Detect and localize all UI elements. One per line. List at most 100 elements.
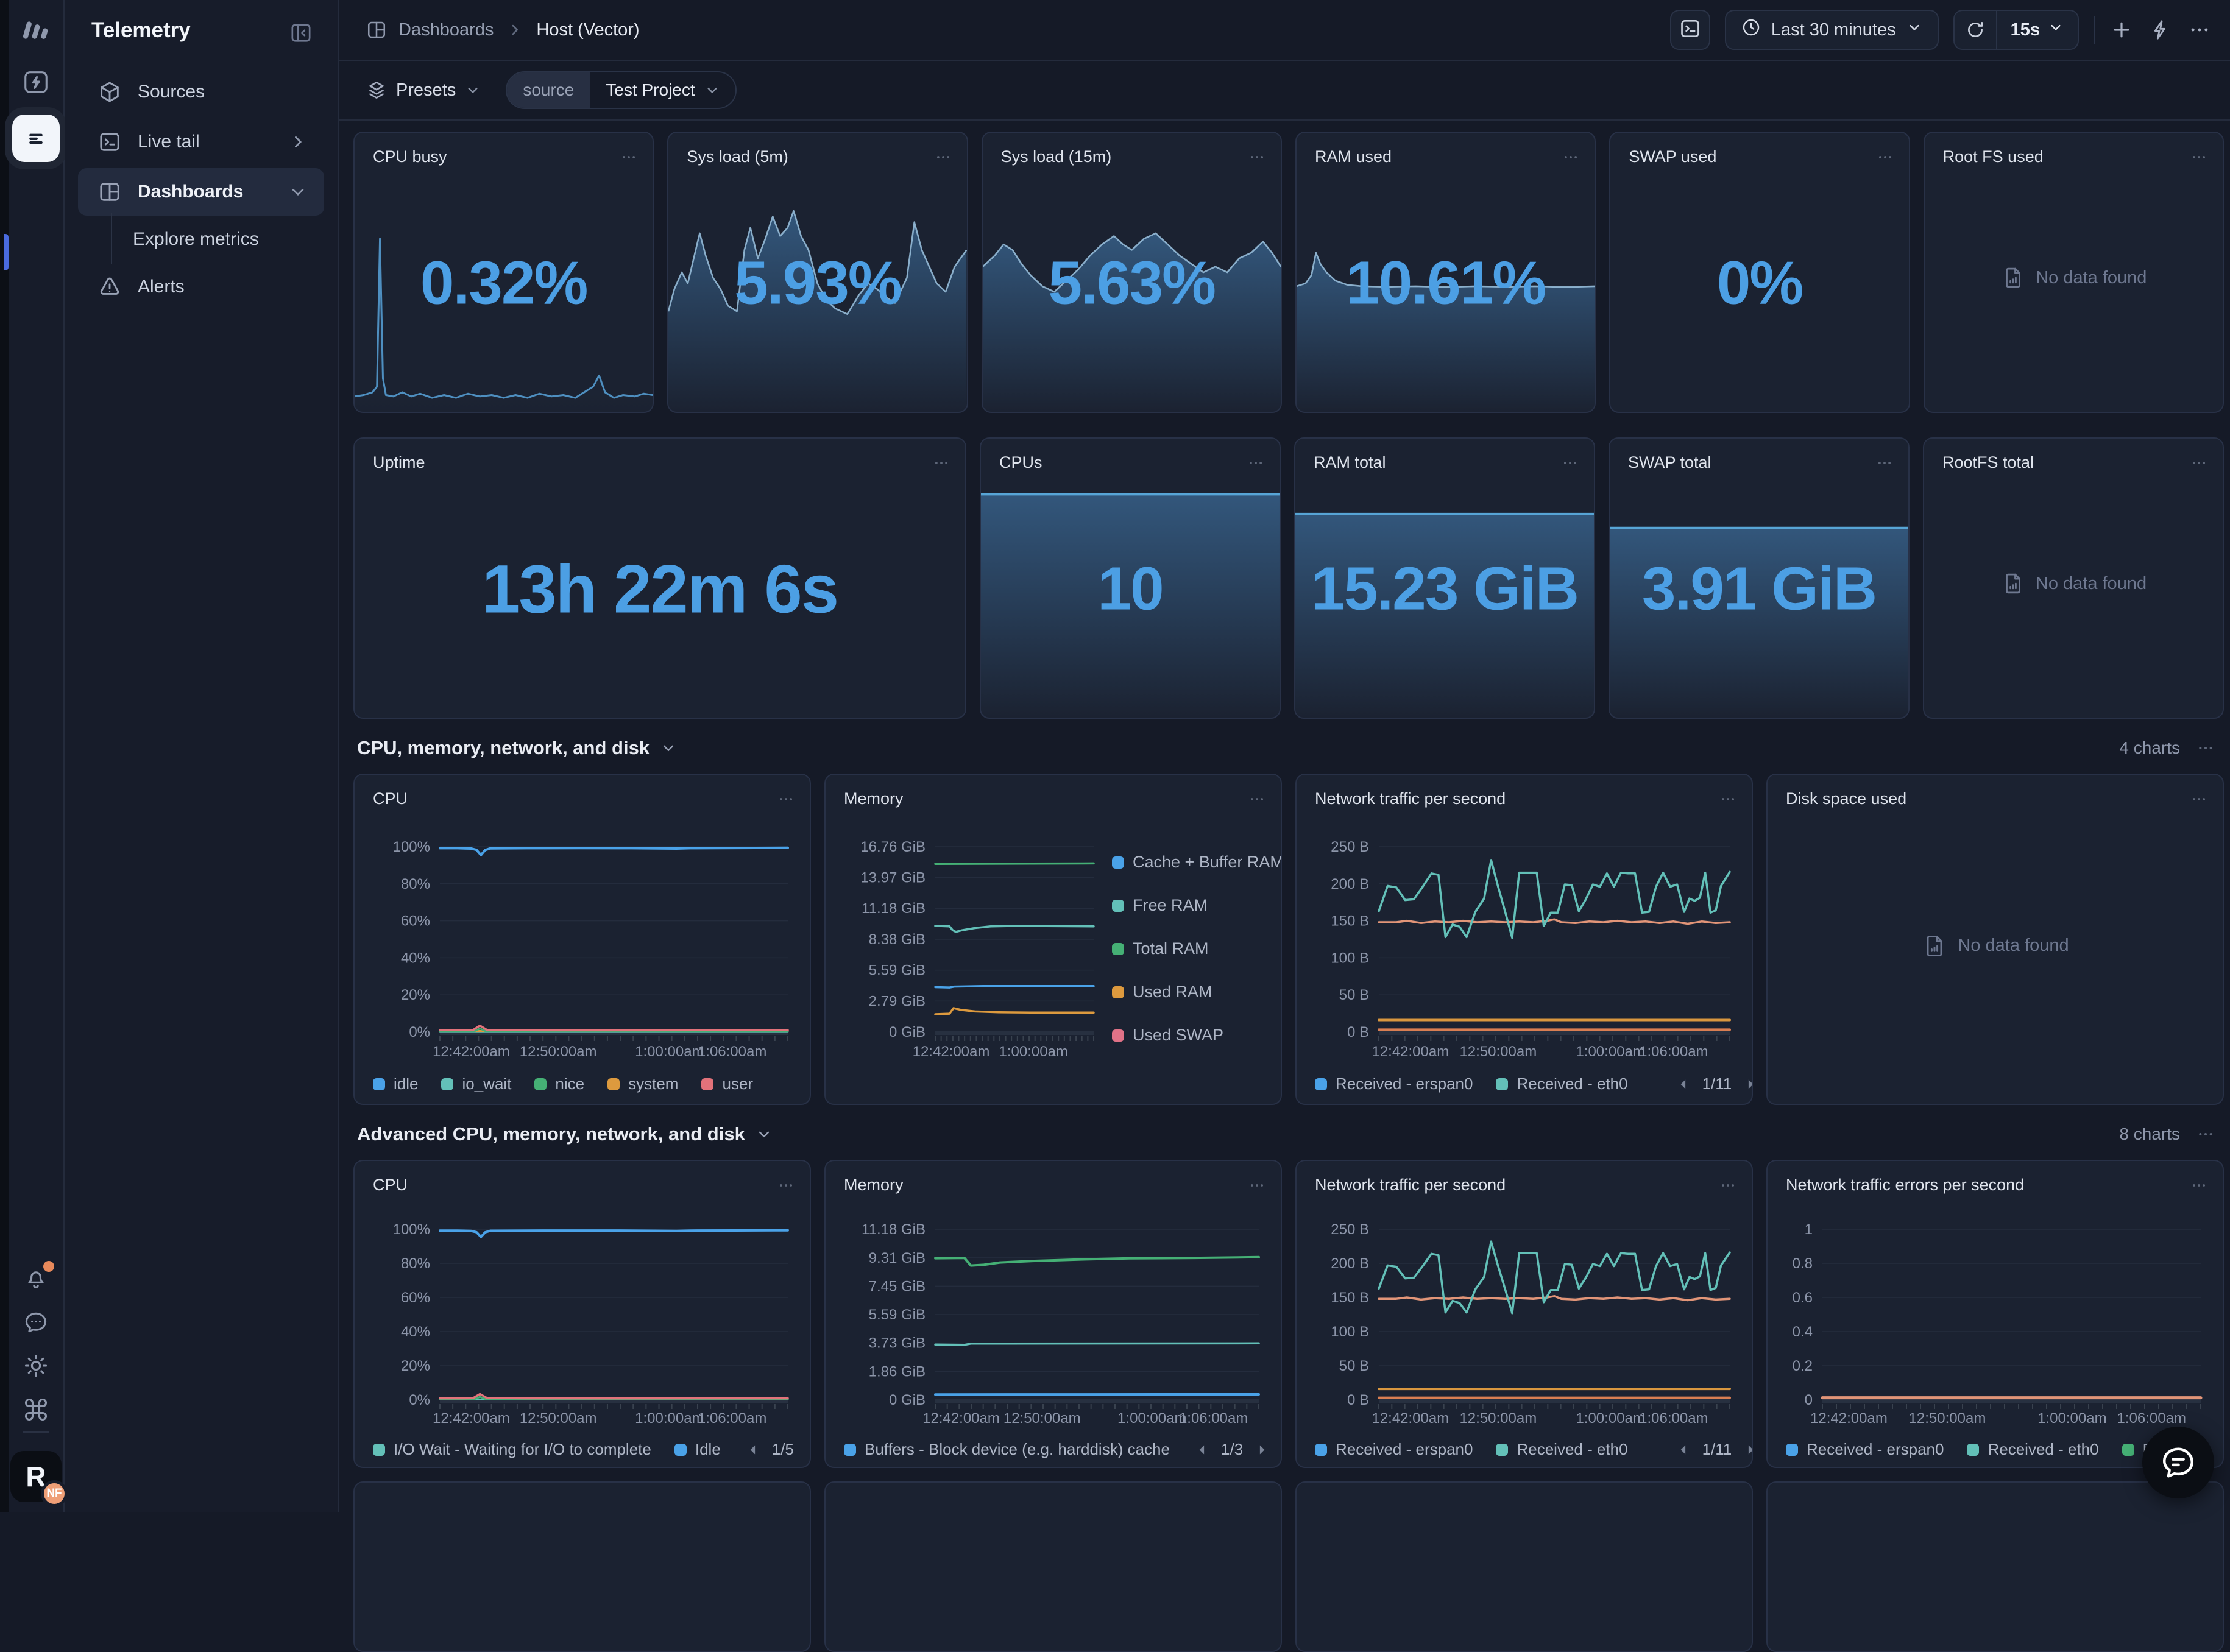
legend-item[interactable]: nice <box>534 1075 584 1093</box>
legend-item[interactable]: user <box>701 1075 753 1093</box>
page-prev-button[interactable] <box>1674 1075 1693 1093</box>
presets-label: Presets <box>396 80 456 101</box>
card-menu-button[interactable] <box>777 1176 795 1195</box>
feedback-icon[interactable] <box>23 1308 49 1335</box>
chevron-down-icon <box>2047 19 2064 41</box>
legend-label: Free RAM <box>1133 896 1208 915</box>
refresh-interval-select[interactable]: 15s <box>1997 19 2078 41</box>
sidebar-item-explore-metrics[interactable]: Explore metrics <box>78 218 324 261</box>
logs-view-icon[interactable] <box>12 115 60 162</box>
legend-item[interactable]: Used RAM <box>1112 983 1282 1001</box>
legend-item[interactable]: Used SWAP <box>1112 1026 1282 1045</box>
notifications-icon[interactable] <box>23 1265 49 1291</box>
sidebar-item-sources[interactable]: Sources <box>78 68 324 116</box>
legend-item[interactable]: idle <box>373 1075 418 1093</box>
legend-item[interactable]: Idle <box>674 1440 721 1459</box>
shortcuts-icon[interactable] <box>23 1396 49 1423</box>
sidebar-item-live-tail[interactable]: Live tail <box>78 118 324 166</box>
legend-item[interactable]: Received - erspan0 <box>1315 1075 1473 1093</box>
card-title: RAM used <box>1315 147 1392 166</box>
time-range-picker[interactable]: Last 30 minutes <box>1725 10 1939 50</box>
svg-text:40%: 40% <box>401 1324 430 1340</box>
card-menu-button[interactable] <box>1561 454 1579 472</box>
legend-swatch <box>1112 900 1124 912</box>
quick-action-button[interactable] <box>2148 18 2173 42</box>
legend-swatch <box>1315 1444 1327 1456</box>
divider <box>23 1431 49 1433</box>
page-prev-button[interactable] <box>1674 1441 1693 1459</box>
page-prev-button[interactable] <box>1193 1441 1211 1459</box>
card-menu-button[interactable] <box>1248 790 1266 808</box>
svg-text:20%: 20% <box>401 1358 430 1374</box>
chat-fab[interactable] <box>2142 1427 2214 1498</box>
page-next-button[interactable] <box>804 1441 811 1459</box>
stat-value: 3.91 GiB <box>1610 554 1908 624</box>
card-menu-button[interactable] <box>777 790 795 808</box>
card-menu-button[interactable] <box>620 148 638 166</box>
legend-item[interactable]: Received - eth0 <box>1967 1440 2098 1459</box>
user-avatar[interactable]: RNF <box>10 1451 62 1502</box>
card-menu-button[interactable] <box>2190 790 2208 808</box>
more-options-button[interactable] <box>2187 18 2212 42</box>
svg-text:12:50:00am: 12:50:00am <box>520 1043 597 1060</box>
legend-item[interactable]: Received - erspan0 <box>1315 1440 1473 1459</box>
bolt-icon <box>2148 18 2173 42</box>
page-prev-button[interactable] <box>744 1441 762 1459</box>
presets-dropdown[interactable]: Presets <box>366 79 481 101</box>
terminal-panel-button[interactable] <box>1670 10 1710 50</box>
page-next-button[interactable] <box>1741 1441 1753 1459</box>
card-menu-button[interactable] <box>2190 1176 2208 1195</box>
legend-item[interactable]: Total RAM <box>1112 939 1282 958</box>
legend-item[interactable]: Free RAM <box>1112 896 1282 915</box>
card-menu-button[interactable] <box>1719 1176 1737 1195</box>
add-panel-button[interactable] <box>2109 18 2134 42</box>
legend-item[interactable]: Received - eth0 <box>1496 1440 1627 1459</box>
card-menu-button[interactable] <box>1719 790 1737 808</box>
card-menu-button[interactable] <box>1875 454 1894 472</box>
legend-item[interactable]: system <box>607 1075 678 1093</box>
card-menu-button[interactable] <box>932 454 950 472</box>
legend-item[interactable]: Received - eth0 <box>1496 1075 1627 1093</box>
sidebar-collapse-button[interactable] <box>289 21 313 48</box>
svg-text:2.79 GiB: 2.79 GiB <box>869 993 926 1009</box>
svg-text:1:06:00am: 1:06:00am <box>698 1410 766 1427</box>
breadcrumb-root[interactable]: Dashboards <box>398 20 494 40</box>
svg-text:5.59 GiB: 5.59 GiB <box>869 962 926 979</box>
quick-actions-icon[interactable] <box>22 68 50 96</box>
card-menu-button[interactable] <box>2190 454 2208 472</box>
card-menu-button[interactable] <box>1248 148 1266 166</box>
section-collapse-button[interactable] <box>755 1125 773 1143</box>
sidebar-item-dashboards[interactable]: Dashboards <box>78 168 324 216</box>
section-menu-button[interactable] <box>2196 738 2215 758</box>
legend-item[interactable]: Received - erspan0 <box>1786 1440 1944 1459</box>
app-logo[interactable] <box>20 13 52 45</box>
legend-item[interactable]: I/O Wait - Waiting for I/O to complete <box>373 1440 651 1459</box>
svg-text:100%: 100% <box>393 839 430 855</box>
legend-item[interactable]: Buffers - Block device (e.g. harddisk) c… <box>844 1440 1170 1459</box>
card-menu-button[interactable] <box>2190 148 2208 166</box>
card-menu-button[interactable] <box>1876 148 1894 166</box>
chart-legend: Received - erspan0Received - eth0Re1/11 <box>1315 1075 1736 1093</box>
source-filter[interactable]: source Test Project <box>506 71 736 109</box>
legend-label: Received - erspan0 <box>1336 1075 1473 1093</box>
stat-card: RAM total15.23 GiB <box>1294 437 1595 719</box>
legend-label: Received - eth0 <box>1988 1440 2098 1459</box>
filter-bar: Presets source Test Project <box>339 61 2230 121</box>
card-menu-button[interactable] <box>1248 1176 1266 1195</box>
card-menu-button[interactable] <box>1247 454 1265 472</box>
page-next-button[interactable] <box>1253 1441 1271 1459</box>
card-menu-button[interactable] <box>934 148 952 166</box>
section-collapse-button[interactable] <box>659 739 678 757</box>
card-menu-button[interactable] <box>1562 148 1580 166</box>
no-data-message: No data found <box>1924 571 2223 596</box>
legend-item[interactable]: Cache + Buffer RAM <box>1112 853 1282 872</box>
layers-icon <box>366 79 388 101</box>
section-menu-button[interactable] <box>2196 1124 2215 1144</box>
sidebar-item-alerts[interactable]: Alerts <box>78 263 324 311</box>
legend-item[interactable]: io_wait <box>441 1075 511 1093</box>
page-next-button[interactable] <box>1741 1075 1753 1093</box>
chev-r-icon <box>506 21 524 39</box>
refresh-button[interactable] <box>1955 11 1997 49</box>
no-data-message: No data found <box>1925 265 2223 291</box>
theme-toggle-icon[interactable] <box>23 1352 49 1379</box>
